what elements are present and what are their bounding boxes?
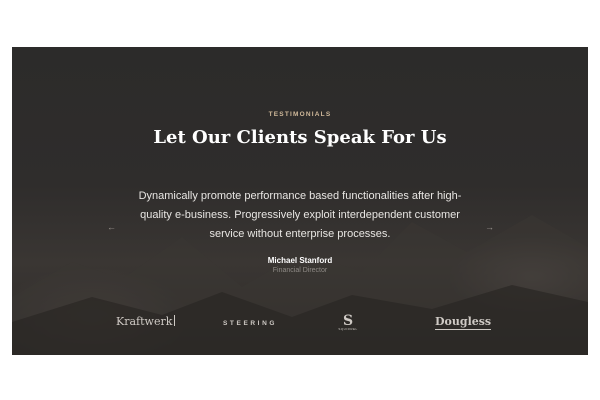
testimonial-author: Michael Stanford — [267, 256, 333, 265]
logo-dougless-underline — [435, 329, 492, 330]
section-eyebrow: TESTIMONIALS — [268, 111, 332, 118]
logo-steering[interactable]: STEERING — [223, 320, 277, 327]
logo-dougless[interactable]: Dougless — [435, 315, 492, 330]
testimonial-role: Financial Director — [272, 267, 328, 274]
logo-kraftwerk-bar — [174, 315, 176, 326]
logo-dougless-text: Dougless — [435, 315, 492, 328]
section-heading: Let Our Clients Speak For Us — [153, 127, 447, 148]
logo-kraftwerk-text: Kraftwerk — [116, 315, 173, 328]
logo-squirrel[interactable]: S SQUIRREL — [337, 313, 359, 331]
testimonials-section: TESTIMONIALS Let Our Clients Speak For U… — [12, 47, 588, 355]
logo-kraftwerk[interactable]: Kraftwerk — [116, 315, 176, 328]
prev-arrow-icon[interactable]: ← — [107, 222, 116, 232]
squirrel-mark-icon: S — [342, 313, 354, 329]
logo-squirrel-text: SQUIRREL — [338, 327, 358, 331]
testimonial-quote: Dynamically promote performance based fu… — [138, 190, 462, 240]
next-arrow-icon[interactable]: → — [485, 222, 494, 232]
